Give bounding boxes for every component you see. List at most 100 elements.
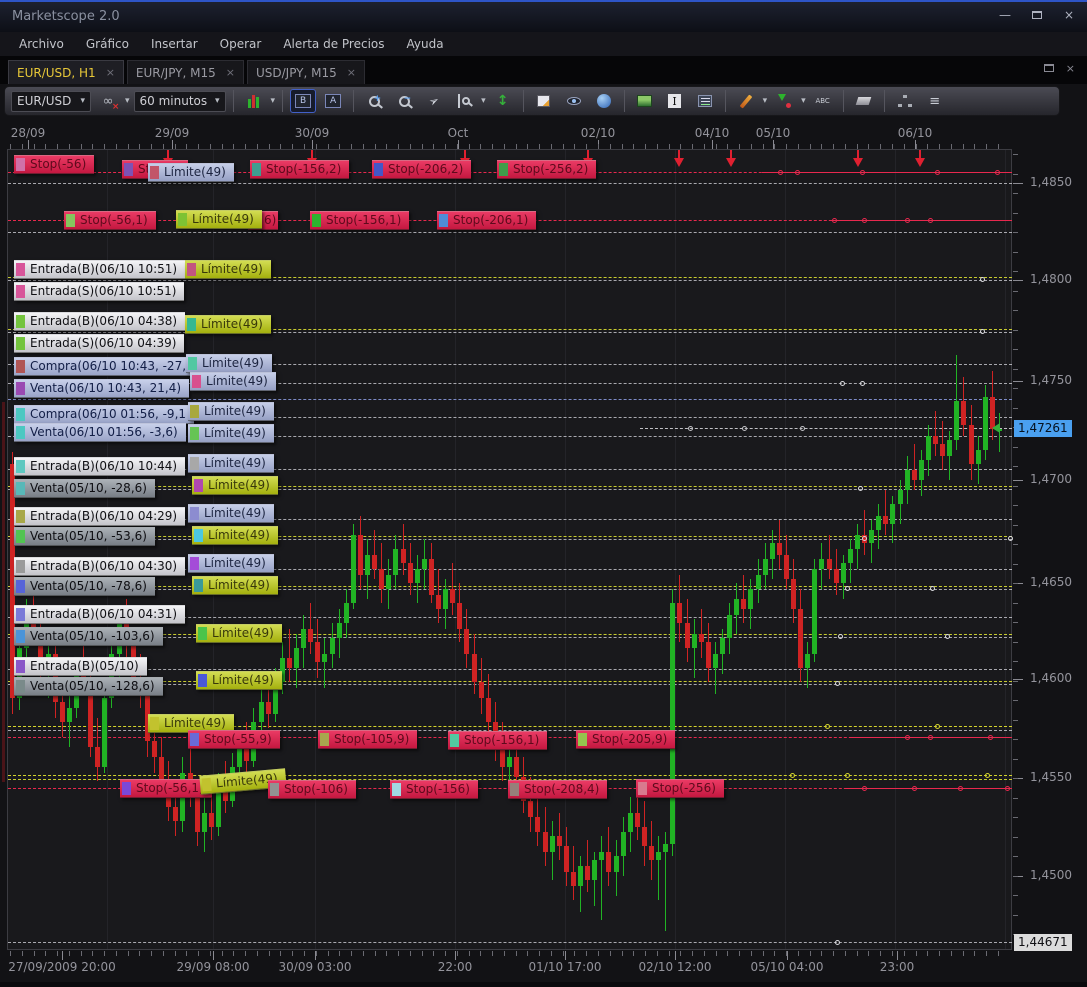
order-label[interactable]: Venta(06/10 01:56, -3,6) bbox=[14, 423, 186, 442]
restore-window-icon[interactable] bbox=[1043, 62, 1054, 75]
chevron-down-icon[interactable]: ▾ bbox=[801, 96, 806, 106]
menu-item-insertar[interactable]: Insertar bbox=[142, 34, 207, 54]
zoom-region-button[interactable] bbox=[451, 89, 477, 113]
tab-eurjpy-m15[interactable]: EUR/JPY, M15 × bbox=[126, 60, 244, 84]
order-label[interactable]: Límite(49) bbox=[196, 624, 282, 643]
chevron-down-icon[interactable]: ▾ bbox=[125, 96, 130, 106]
order-label[interactable]: Venta(05/10, -103,6) bbox=[14, 627, 163, 646]
menu-item-grafico[interactable]: Gráfico bbox=[77, 34, 138, 54]
order-label[interactable]: Entrada(B)(06/10 10:44) bbox=[14, 457, 186, 476]
eraser-button[interactable] bbox=[851, 89, 877, 113]
show-order-labels-button[interactable]: B bbox=[290, 89, 317, 113]
menu-item-alerta-de-precios[interactable]: Alerta de Precios bbox=[274, 34, 393, 54]
order-label[interactable]: Límite(49) bbox=[186, 354, 272, 373]
note-button[interactable] bbox=[531, 89, 557, 113]
order-label[interactable]: Entrada(B)(06/10 04:31) bbox=[14, 605, 186, 624]
order-label[interactable]: Stop(-56) bbox=[14, 155, 95, 174]
order-label[interactable]: Entrada(B)(06/10 04:30) bbox=[14, 557, 186, 576]
order-label[interactable]: Stop(-256,2) bbox=[497, 160, 597, 179]
text-tool-button[interactable]: I bbox=[662, 89, 688, 113]
watch-button[interactable] bbox=[561, 89, 587, 113]
order-label[interactable]: Límite(49) bbox=[192, 526, 278, 545]
candle-body bbox=[422, 559, 427, 569]
pointer-button[interactable]: ➢ bbox=[421, 89, 447, 113]
order-label[interactable]: Entrada(B)(05/10) bbox=[14, 657, 147, 676]
order-label[interactable]: Venta(05/10, -28,6) bbox=[14, 479, 155, 498]
order-label[interactable]: Stop(-205,9) bbox=[576, 730, 676, 749]
label-tool-button[interactable]: ABC bbox=[810, 89, 836, 113]
order-label[interactable]: Stop(-208,4) bbox=[508, 780, 608, 799]
maximize-button[interactable] bbox=[1029, 8, 1045, 22]
insert-image-button[interactable] bbox=[632, 89, 658, 113]
draw-line-button[interactable] bbox=[733, 89, 759, 113]
chevron-down-icon[interactable]: ▾ bbox=[763, 96, 768, 106]
tab-close-icon[interactable]: × bbox=[347, 66, 356, 79]
order-label[interactable]: Stop(-206,2) bbox=[372, 160, 472, 179]
alert-arrow-icon[interactable] bbox=[726, 158, 736, 167]
order-label[interactable]: Límite(49) bbox=[188, 554, 274, 573]
order-label[interactable]: Venta(05/10, -128,6) bbox=[14, 677, 163, 696]
order-label[interactable]: Límite(49) bbox=[196, 671, 282, 690]
order-label[interactable]: Venta(05/10, -53,6) bbox=[14, 527, 155, 546]
order-label[interactable]: Stop(-156,2) bbox=[250, 160, 350, 179]
order-label[interactable]: Venta(05/10, -78,6) bbox=[14, 577, 155, 596]
order-label[interactable]: Límite(49) bbox=[188, 424, 274, 443]
chevron-down-icon[interactable]: ▾ bbox=[481, 96, 486, 106]
menu-item-ayuda[interactable]: Ayuda bbox=[398, 34, 453, 54]
order-label[interactable]: Límite(49) bbox=[188, 454, 274, 473]
period-select[interactable]: 60 minutos ▾ bbox=[133, 90, 226, 112]
order-label[interactable]: Stop(-56,1) bbox=[120, 779, 212, 798]
order-label[interactable]: Stop(-256) bbox=[636, 779, 724, 798]
menu-item-archivo[interactable]: Archivo bbox=[10, 34, 73, 54]
alert-arrow-icon[interactable] bbox=[915, 158, 925, 167]
order-label[interactable]: Límite(49) bbox=[188, 504, 274, 523]
order-label[interactable]: Stop(-206,1) bbox=[437, 211, 537, 230]
zoom-out-button[interactable]: − bbox=[391, 89, 417, 113]
chart-type-button[interactable] bbox=[241, 89, 267, 113]
order-label[interactable]: Stop(-56,1) bbox=[64, 211, 156, 230]
order-label[interactable]: Límite(49) bbox=[188, 402, 274, 421]
tab-close-icon[interactable]: × bbox=[106, 66, 115, 79]
marker-tool-button[interactable] bbox=[771, 89, 797, 113]
minimize-button[interactable]: — bbox=[997, 8, 1013, 22]
order-label[interactable]: Stop(-105,9) bbox=[318, 730, 418, 749]
order-label[interactable]: Entrada(S)(06/10 10:51) bbox=[14, 282, 185, 301]
object-tree-button[interactable] bbox=[892, 89, 918, 113]
order-label[interactable]: Stop(-106) bbox=[268, 780, 356, 799]
order-label[interactable]: Límite(49) bbox=[185, 260, 271, 279]
order-label[interactable]: Stop(-156) bbox=[390, 780, 478, 799]
order-label[interactable]: Stop(-156,1) bbox=[310, 211, 410, 230]
close-document-icon[interactable]: × bbox=[1066, 62, 1075, 75]
order-label[interactable]: Entrada(B)(06/10 10:51) bbox=[14, 260, 186, 279]
alert-arrow-icon[interactable] bbox=[853, 158, 863, 167]
order-label[interactable]: Límite(49) bbox=[190, 372, 276, 391]
order-label[interactable]: Límite(49) bbox=[148, 163, 234, 182]
measure-button[interactable]: ↕ bbox=[490, 89, 516, 113]
order-label[interactable]: Venta(06/10 10:43, 21,4) bbox=[14, 379, 190, 398]
tab-eurusd-h1[interactable]: EUR/USD, H1 × bbox=[8, 60, 124, 84]
order-label[interactable]: Límite(49) bbox=[176, 210, 262, 229]
alert-arrow-icon[interactable] bbox=[674, 158, 684, 167]
order-label[interactable]: Límite(49) bbox=[185, 315, 271, 334]
menu-item-operar[interactable]: Operar bbox=[211, 34, 271, 54]
tab-close-icon[interactable]: × bbox=[226, 66, 235, 79]
chevron-down-icon[interactable]: ▾ bbox=[271, 96, 276, 106]
order-label[interactable]: Compra(06/10 01:56, -9,1 bbox=[14, 405, 195, 424]
close-button[interactable]: × bbox=[1061, 8, 1077, 22]
layers-button[interactable]: ≡ bbox=[922, 89, 948, 113]
order-label[interactable]: Límite(49) bbox=[192, 576, 278, 595]
order-label[interactable]: Entrada(B)(06/10 04:38) bbox=[14, 312, 186, 331]
order-label[interactable]: Stop(-156,1) bbox=[448, 731, 548, 750]
order-label[interactable]: Compra(06/10 10:43, -27,3) bbox=[14, 357, 207, 376]
report-button[interactable] bbox=[692, 89, 718, 113]
order-label[interactable]: Límite(49) bbox=[192, 476, 278, 495]
unlink-symbol-button[interactable]: ∞ × bbox=[95, 89, 121, 113]
order-label[interactable]: Entrada(S)(06/10 04:39) bbox=[14, 334, 185, 353]
web-button[interactable] bbox=[591, 89, 617, 113]
tab-usdjpy-m15[interactable]: USD/JPY, M15 × bbox=[246, 60, 365, 84]
zoom-in-button[interactable]: + bbox=[361, 89, 387, 113]
show-alerts-button[interactable]: A bbox=[320, 89, 346, 113]
order-label[interactable]: Stop(-55,9) bbox=[188, 730, 280, 749]
order-label[interactable]: Entrada(B)(06/10 04:29) bbox=[14, 507, 186, 526]
symbol-select[interactable]: EUR/USD ▾ bbox=[11, 90, 91, 112]
